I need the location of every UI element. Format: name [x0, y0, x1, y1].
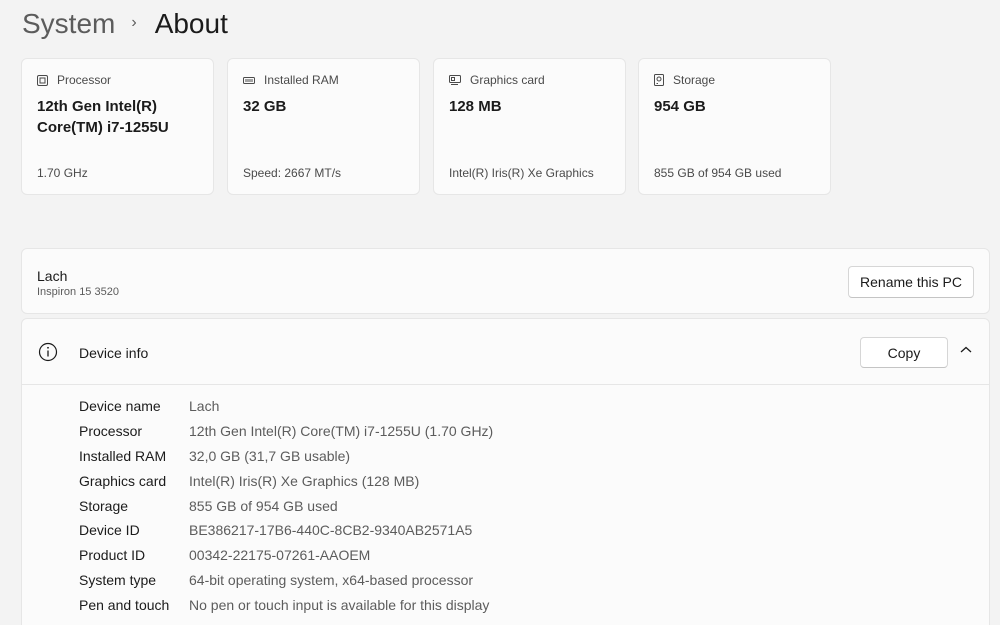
- info-value[interactable]: 12th Gen Intel(R) Core(TM) i7-1255U (1.7…: [189, 423, 493, 439]
- info-icon: [38, 342, 58, 362]
- processor-card: Processor 12th Gen Intel(R) Core(TM) i7-…: [21, 58, 214, 195]
- ram-card: Installed RAM 32 GB Speed: 2667 MT/s: [227, 58, 420, 195]
- breadcrumb-chevron-icon: ›: [131, 14, 137, 31]
- processor-card-value: 12th Gen Intel(R) Core(TM) i7-1255U: [37, 98, 169, 136]
- info-row-installed-ram: Installed RAM 32,0 GB (31,7 GB usable): [79, 444, 493, 469]
- info-row-processor: Processor 12th Gen Intel(R) Core(TM) i7-…: [79, 419, 493, 444]
- copy-button[interactable]: Copy: [860, 337, 948, 368]
- info-label: Processor: [79, 423, 143, 440]
- graphics-card-card: Graphics card 128 MB Intel(R) Iris(R) Xe…: [433, 58, 626, 195]
- info-label: Graphics card: [79, 472, 167, 489]
- storage-card: Storage 954 GB 855 GB of 954 GB used: [638, 58, 831, 195]
- info-value[interactable]: 855 GB of 954 GB used: [189, 498, 338, 514]
- processor-icon: [37, 74, 48, 86]
- ram-icon: [243, 76, 255, 84]
- pc-model: Inspiron 15 3520: [37, 286, 119, 298]
- graphics-card-icon: [449, 75, 461, 85]
- info-value[interactable]: 32,0 GB (31,7 GB usable): [189, 448, 350, 464]
- chevron-up-icon[interactable]: [959, 345, 973, 355]
- info-label: Product ID: [79, 547, 146, 564]
- info-value[interactable]: BE386217-17B6-440C-8CB2-9340AB2571A5: [189, 522, 472, 538]
- storage-card-label: Storage: [673, 73, 716, 87]
- info-row-storage: Storage 855 GB of 954 GB used: [79, 493, 493, 518]
- pc-name: Lach: [37, 268, 68, 284]
- info-label: Pen and touch: [79, 596, 170, 613]
- rename-panel: Lach Inspiron 15 3520 Rename this PC: [21, 248, 990, 314]
- info-label: Device ID: [79, 522, 140, 539]
- info-row-system-type: System type 64-bit operating system, x64…: [79, 568, 493, 593]
- info-row-pen-and-touch: Pen and touch No pen or touch input is a…: [79, 592, 493, 617]
- info-value[interactable]: Lach: [189, 398, 219, 414]
- device-info-header[interactable]: Device info Copy: [22, 319, 989, 385]
- processor-card-sub: 1.70 GHz: [37, 166, 88, 180]
- device-info-title: Device info: [79, 345, 149, 361]
- info-row-graphics-card: Graphics card Intel(R) Iris(R) Xe Graphi…: [79, 468, 493, 493]
- page-title: About: [154, 8, 228, 39]
- device-info-panel: Device info Copy Device name Lach Proces…: [21, 318, 990, 625]
- info-label: Storage: [79, 497, 129, 514]
- info-row-device-name: Device name Lach: [79, 394, 493, 419]
- storage-card-value: 954 GB: [654, 98, 706, 115]
- breadcrumb: System › About: [22, 6, 228, 42]
- info-label: Device name: [79, 398, 161, 415]
- breadcrumb-system[interactable]: System: [22, 8, 115, 40]
- ram-card-value: 32 GB: [243, 98, 287, 115]
- device-info-table: Device name Lach Processor 12th Gen Inte…: [79, 394, 493, 617]
- ram-card-sub: Speed: 2667 MT/s: [243, 166, 342, 180]
- graphics-card-label: Graphics card: [470, 73, 545, 87]
- info-row-device-id: Device ID BE386217-17B6-440C-8CB2-9340AB…: [79, 518, 493, 543]
- storage-icon: [654, 74, 664, 86]
- ram-card-label: Installed RAM: [264, 73, 339, 87]
- info-label: Installed RAM: [79, 447, 167, 464]
- info-value[interactable]: No pen or touch input is available for t…: [189, 597, 489, 613]
- info-value[interactable]: 00342-22175-07261-AAOEM: [189, 547, 370, 563]
- info-value[interactable]: Intel(R) Iris(R) Xe Graphics (128 MB): [189, 473, 419, 489]
- storage-card-sub: 855 GB of 954 GB used: [654, 166, 782, 180]
- info-value[interactable]: 64-bit operating system, x64-based proce…: [189, 572, 473, 588]
- info-label: System type: [79, 571, 157, 588]
- info-row-product-id: Product ID 00342-22175-07261-AAOEM: [79, 543, 493, 568]
- graphics-card-sub: Intel(R) Iris(R) Xe Graphics: [449, 166, 594, 180]
- rename-pc-button[interactable]: Rename this PC: [848, 266, 974, 298]
- processor-card-label: Processor: [57, 73, 112, 87]
- graphics-card-value: 128 MB: [449, 98, 502, 115]
